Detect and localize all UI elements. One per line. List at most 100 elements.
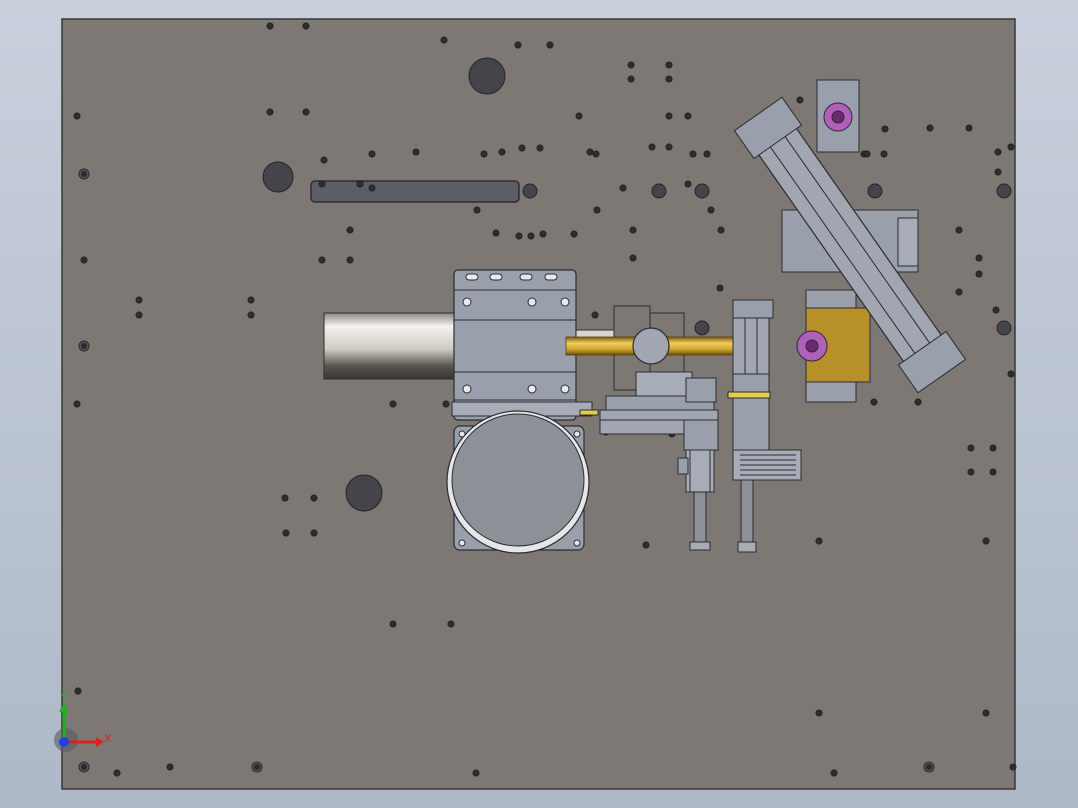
mounting-hole (302, 22, 310, 30)
cad-viewport[interactable]: X Y (0, 0, 1078, 808)
mounting-hole (870, 398, 878, 406)
mounting-hole (665, 143, 673, 151)
mounting-hole (247, 311, 255, 319)
mounting-hole (498, 148, 506, 156)
mounting-hole (80, 256, 88, 264)
mounting-hole (592, 150, 600, 158)
mounting-hole (368, 150, 376, 158)
x-axis-label: X (104, 733, 112, 745)
mounting-hole (717, 226, 725, 234)
mounting-hole (546, 41, 554, 49)
mounting-hole (684, 180, 692, 188)
mounting-hole (318, 180, 326, 188)
slot-cutout (310, 180, 520, 203)
mounting-hole (389, 620, 397, 628)
mounting-hole (975, 254, 983, 262)
mounting-hole (318, 256, 326, 264)
mounting-hole (648, 143, 656, 151)
mounting-hole (302, 108, 310, 116)
mounting-hole (282, 529, 290, 537)
mounting-hole (619, 184, 627, 192)
mounting-hole (166, 763, 174, 771)
mounting-hole (575, 112, 583, 120)
mounting-hole (536, 144, 544, 152)
mounting-hole (440, 36, 448, 44)
mounting-hole (665, 61, 673, 69)
mounting-hole (591, 311, 599, 319)
mounting-hole (492, 229, 500, 237)
mounting-hole (815, 537, 823, 545)
mounting-hole (281, 494, 289, 502)
mounting-hole (665, 112, 673, 120)
mounting-hole (346, 256, 354, 264)
mounting-hole (266, 108, 274, 116)
mounting-hole (629, 254, 637, 262)
mounting-hole (830, 769, 838, 777)
mounting-hole (967, 444, 975, 452)
mounting-hole (815, 709, 823, 717)
mounting-hole (975, 270, 983, 278)
mounting-hole (247, 296, 255, 304)
mounting-hole (514, 41, 522, 49)
mounting-hole (642, 541, 650, 549)
mounting-hole (629, 226, 637, 234)
mounting-hole (480, 150, 488, 158)
mounting-hole (135, 311, 143, 319)
mounting-hole (967, 468, 975, 476)
mounting-hole (266, 22, 274, 30)
mounting-hole (881, 125, 889, 133)
mounting-hole (992, 306, 1000, 314)
top-bracket[interactable] (816, 79, 860, 153)
round-drum[interactable] (446, 410, 590, 554)
mounting-hole (593, 206, 601, 214)
mounting-hole (1007, 370, 1015, 378)
mounting-hole (515, 232, 523, 240)
mounting-hole (518, 144, 526, 152)
motor-cylinder[interactable] (323, 312, 457, 380)
mounting-hole (627, 61, 635, 69)
gearbox-housing[interactable] (453, 269, 577, 421)
mounting-hole (965, 124, 973, 132)
mounting-hole (570, 230, 578, 238)
mounting-hole (442, 400, 450, 408)
mounting-hole (703, 150, 711, 158)
mounting-hole (73, 112, 81, 120)
mounting-hole (346, 226, 354, 234)
mounting-hole (863, 150, 871, 158)
mounting-hole (113, 769, 121, 777)
y-axis-label: Y (60, 691, 68, 703)
mounting-hole (539, 230, 547, 238)
mounting-hole (955, 288, 963, 296)
mounting-hole (1009, 763, 1017, 771)
mounting-hole (389, 400, 397, 408)
mounting-hole (73, 400, 81, 408)
mounting-hole (707, 206, 715, 214)
mounting-hole (1007, 143, 1015, 151)
mounting-hole (447, 620, 455, 628)
mounting-hole (368, 184, 376, 192)
mounting-hole (473, 206, 481, 214)
mounting-hole (796, 96, 804, 104)
mounting-hole (586, 148, 594, 156)
spindle-hub[interactable] (632, 327, 670, 365)
mounting-hole (310, 529, 318, 537)
mounting-hole (412, 148, 420, 156)
mounting-hole (994, 168, 1002, 176)
mounting-hole (310, 494, 318, 502)
mounting-hole (926, 124, 934, 132)
mounting-hole (684, 112, 692, 120)
mounting-hole (665, 75, 673, 83)
mounting-hole (472, 769, 480, 777)
mounting-hole (627, 75, 635, 83)
mounting-hole (689, 150, 697, 158)
mounting-hole (982, 537, 990, 545)
mounting-hole (716, 284, 724, 292)
mounting-hole (320, 156, 328, 164)
mounting-hole (955, 226, 963, 234)
mounting-hole (982, 709, 990, 717)
mounting-hole (989, 444, 997, 452)
mounting-hole (135, 296, 143, 304)
mounting-hole (994, 148, 1002, 156)
mounting-hole (989, 468, 997, 476)
mounting-hole (74, 687, 82, 695)
